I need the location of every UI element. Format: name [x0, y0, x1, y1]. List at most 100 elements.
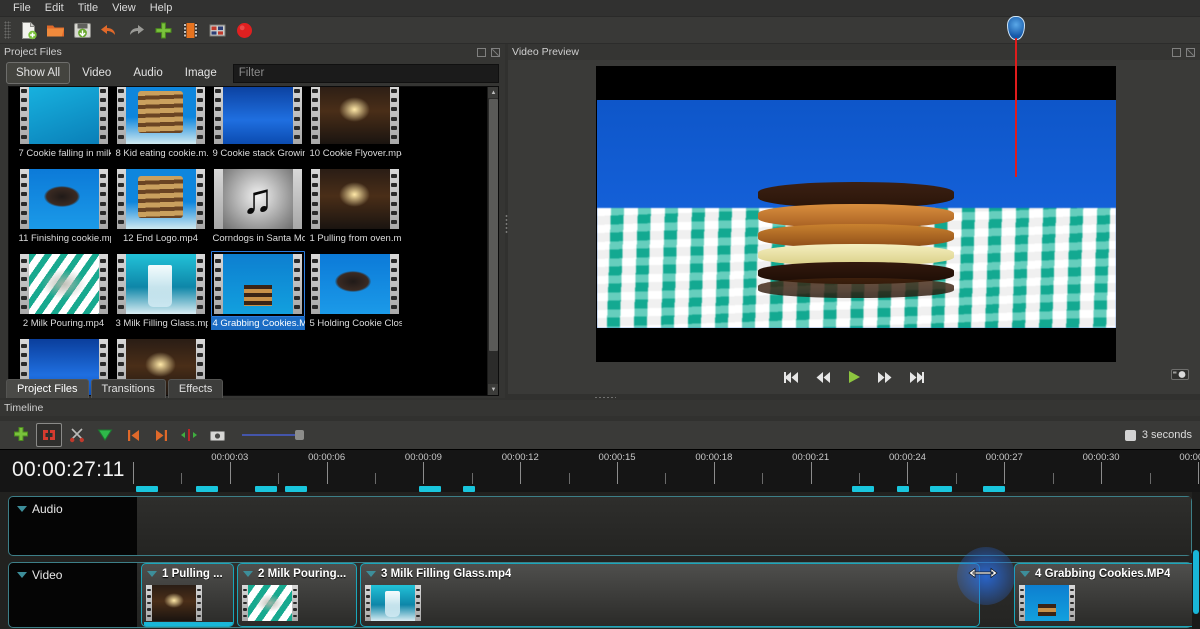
timeline-clip[interactable]: 3 Milk Filling Glass.mp4	[360, 563, 980, 627]
filter-image-button[interactable]: Image	[175, 62, 227, 84]
chevron-down-icon[interactable]	[243, 571, 253, 577]
skip-to-start-button[interactable]	[782, 371, 800, 384]
timeline-clip[interactable]: 4 Grabbing Cookies.MP4	[1014, 563, 1200, 627]
project-files-list[interactable]: 7 Cookie falling in milk...8 Kid eating …	[8, 86, 499, 396]
chevron-down-icon[interactable]	[366, 571, 376, 577]
project-file-thumbnail	[19, 168, 109, 230]
video-preview-stage[interactable]	[596, 66, 1116, 362]
clip-header: 2 Milk Pouring...	[238, 564, 356, 582]
project-file-item[interactable]: 8 Kid eating cookie.m...	[112, 86, 209, 160]
timeline-scrollbar-thumb[interactable]	[1193, 550, 1199, 614]
clip-label: 2 Milk Pouring...	[258, 568, 346, 580]
film-strip	[311, 86, 399, 144]
film-strip	[311, 254, 399, 314]
track-audio-header: Audio	[9, 497, 137, 555]
film-strip	[365, 585, 421, 621]
chevron-down-icon[interactable]	[147, 571, 157, 577]
clip-label: 3 Milk Filling Glass.mp4	[381, 568, 511, 580]
project-file-label: 9 Cookie stack Growin...	[211, 147, 305, 160]
main-toolbar	[0, 17, 1200, 44]
timeline-clip[interactable]: 2 Milk Pouring...	[237, 563, 357, 627]
project-file-label: 1 Pulling from oven.m...	[308, 232, 402, 245]
project-file-item[interactable]: 9 Cookie stack Growin...	[209, 86, 306, 160]
project-file-item[interactable]: ♫Corndogs in Santa Mo...	[209, 168, 306, 245]
center-playhead-button[interactable]	[176, 423, 202, 447]
track-video-body[interactable]: 1 Pulling ... 2 Milk Pouring... 3 Milk Fil…	[137, 563, 1191, 627]
timeline-title-label: Timeline	[4, 402, 1196, 414]
new-project-icon[interactable]	[15, 18, 41, 42]
project-file-item[interactable]: 11 Finishing cookie.mp4	[15, 168, 112, 245]
project-file-item[interactable]: 4 Grabbing Cookies.M...	[209, 253, 306, 330]
filter-audio-button[interactable]: Audio	[123, 62, 172, 84]
project-file-item[interactable]: 5 Holding Cookie Clos...	[306, 253, 403, 330]
ruler-tick-major	[907, 462, 908, 484]
track-audio[interactable]: Audio	[8, 496, 1192, 556]
ruler-tick-minor	[375, 473, 376, 484]
timeline-scrollbar[interactable]	[1192, 492, 1200, 629]
project-file-item[interactable]: 3 Milk Filling Glass.mp4	[112, 253, 209, 330]
export-video-icon[interactable]	[231, 18, 257, 42]
chevron-down-icon[interactable]	[17, 506, 27, 512]
float-icon[interactable]	[476, 47, 487, 58]
clip-header: 3 Milk Filling Glass.mp4	[361, 564, 979, 582]
film-strip	[214, 254, 302, 314]
project-file-thumbnail	[310, 168, 400, 230]
filter-video-button[interactable]: Video	[72, 62, 121, 84]
project-file-item[interactable]: 12 End Logo.mp4	[112, 168, 209, 245]
toolbar-drag-grip[interactable]	[4, 21, 11, 39]
timeline-zoom-slider[interactable]	[242, 428, 302, 442]
skip-to-end-button[interactable]	[908, 371, 926, 384]
tab-project-files[interactable]: Project Files	[6, 379, 89, 398]
timeline-ruler[interactable]: 00:00:27:11 00:00:0300:00:0600:00:0900:0…	[0, 449, 1200, 492]
previous-marker-button[interactable]	[120, 423, 146, 447]
tab-transitions[interactable]: Transitions	[91, 379, 166, 398]
menu-item-edit[interactable]: Edit	[38, 0, 71, 16]
menu-item-title[interactable]: Title	[71, 0, 105, 16]
camera-icon[interactable]	[1170, 366, 1190, 382]
animated-title-icon[interactable]	[204, 18, 230, 42]
fast-forward-button[interactable]	[876, 371, 894, 384]
clip-thumbnail	[365, 585, 421, 621]
timeline-snapshot-button[interactable]	[204, 423, 230, 447]
track-audio-body[interactable]	[137, 497, 1191, 555]
track-video[interactable]: Video 1 Pulling ...2 Milk Pouring...3 Mi…	[8, 562, 1192, 628]
project-file-item[interactable]: 2 Milk Pouring.mp4	[15, 253, 112, 330]
tab-effects[interactable]: Effects	[168, 379, 223, 398]
zoom-slider-knob[interactable]	[295, 430, 304, 440]
project-files-scrollbar[interactable]: ▲ ▼	[487, 87, 498, 395]
scrollbar-thumb[interactable]	[489, 99, 498, 351]
menu-item-help[interactable]: Help	[143, 0, 180, 16]
redo-icon[interactable]	[123, 18, 149, 42]
undo-icon[interactable]	[96, 18, 122, 42]
ruler-time-label: 00:00:33	[1179, 452, 1200, 463]
menu-item-file[interactable]: File	[6, 0, 38, 16]
add-marker-button[interactable]	[92, 423, 118, 447]
video-preview-panel-title: Video Preview	[508, 44, 1200, 60]
timeline-clip[interactable]: 1 Pulling ...	[141, 563, 234, 627]
project-file-item[interactable]: 1 Pulling from oven.m...	[306, 168, 403, 245]
scroll-up-icon[interactable]: ▲	[488, 87, 499, 98]
play-button[interactable]	[846, 370, 862, 384]
profile-icon[interactable]	[177, 18, 203, 42]
save-project-icon[interactable]	[69, 18, 95, 42]
filter-input[interactable]	[233, 64, 499, 83]
add-track-button[interactable]	[8, 423, 34, 447]
next-marker-button[interactable]	[148, 423, 174, 447]
razor-tool-button[interactable]	[64, 423, 90, 447]
video-preview-title-label: Video Preview	[512, 46, 1168, 58]
close-icon[interactable]	[1185, 47, 1196, 58]
project-file-item[interactable]: 7 Cookie falling in milk...	[15, 86, 112, 160]
import-files-icon[interactable]	[150, 18, 176, 42]
snapping-toggle-button[interactable]	[36, 423, 62, 447]
chevron-down-icon[interactable]	[1020, 571, 1030, 577]
timeline-panel-title: Timeline	[0, 400, 1200, 416]
filter-show-all-button[interactable]: Show All	[6, 62, 70, 84]
project-file-item[interactable]: 10 Cookie Flyover.mp4	[306, 86, 403, 160]
close-icon[interactable]	[490, 47, 501, 58]
chevron-down-icon[interactable]	[17, 572, 27, 578]
ruler-tick-minor	[278, 473, 279, 484]
open-project-icon[interactable]	[42, 18, 68, 42]
float-icon[interactable]	[1171, 47, 1182, 58]
menu-item-view[interactable]: View	[105, 0, 143, 16]
rewind-button[interactable]	[814, 371, 832, 384]
